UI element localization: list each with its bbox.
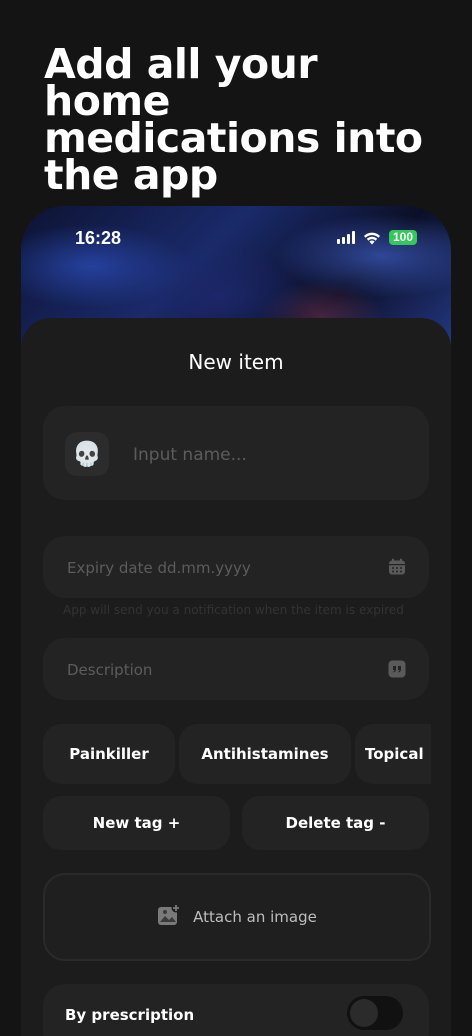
new-tag-button[interactable]: New tag + bbox=[43, 796, 230, 850]
tag-chip[interactable]: Topical bbox=[355, 724, 431, 784]
expiry-date-input[interactable] bbox=[65, 554, 369, 582]
description-input[interactable] bbox=[65, 656, 369, 684]
attach-image-label: Attach an image bbox=[193, 908, 317, 926]
description-field bbox=[43, 638, 429, 700]
image-add-icon bbox=[157, 903, 181, 931]
sheet-title: New item bbox=[188, 350, 284, 374]
expiry-date-field bbox=[43, 536, 429, 598]
cellular-signal-icon bbox=[336, 231, 355, 244]
delete-tag-button[interactable]: Delete tag - bbox=[242, 796, 429, 850]
status-time: 16:28 bbox=[75, 228, 122, 248]
tag-chip[interactable]: Antihistamines bbox=[179, 724, 351, 784]
status-icons: 100 bbox=[336, 230, 417, 245]
expiry-hint: App will send you a notification when th… bbox=[63, 603, 404, 617]
prescription-toggle[interactable] bbox=[347, 996, 403, 1030]
wifi-icon bbox=[363, 231, 381, 245]
prescription-label: By prescription bbox=[65, 1006, 195, 1024]
item-emoji-button[interactable]: 💀 bbox=[65, 432, 109, 476]
calendar-icon[interactable] bbox=[387, 557, 407, 577]
toggle-knob bbox=[350, 999, 378, 1027]
headline: Add all your home medications into the a… bbox=[44, 40, 423, 199]
new-item-sheet: New item 💀 App will send you a notificat… bbox=[21, 318, 451, 1036]
phone-frame: 16:28 100 New item 💀 Input name... Expir… bbox=[21, 206, 451, 1036]
name-field: 💀 bbox=[43, 406, 429, 500]
attach-image-button[interactable]: Attach an image bbox=[43, 873, 431, 961]
quote-icon bbox=[387, 659, 407, 679]
name-input[interactable] bbox=[131, 440, 405, 470]
prescription-row: By prescription bbox=[43, 984, 429, 1036]
tag-chip[interactable]: Painkiller bbox=[43, 724, 175, 784]
battery-indicator: 100 bbox=[388, 230, 417, 245]
tags-row: Painkiller Antihistamines Topical bbox=[43, 724, 431, 784]
